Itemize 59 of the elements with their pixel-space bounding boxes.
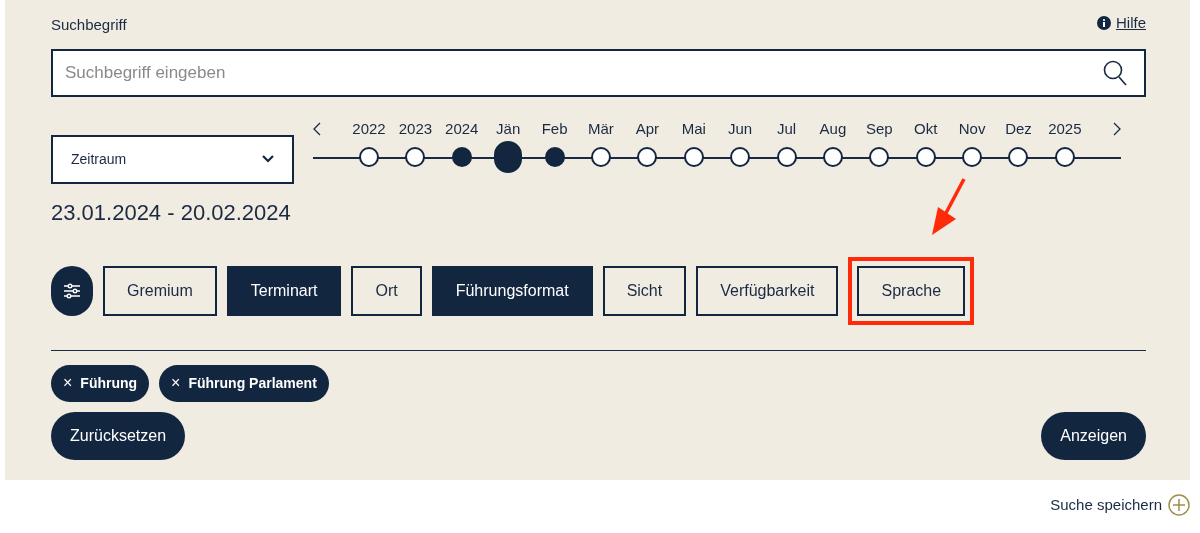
timeline-label: Jun (728, 118, 753, 139)
timeline-point[interactable] (451, 146, 472, 167)
timeline-label: Dez (1005, 118, 1032, 139)
timeline-label: Jän (496, 118, 521, 139)
timeline-point[interactable] (962, 146, 983, 167)
filter-chip[interactable]: × Führung (51, 364, 150, 402)
date-range: 23.01.2024 - 20.02.2024 (51, 198, 291, 227)
filter-settings-button[interactable] (51, 265, 93, 316)
search-field[interactable]: Suchbegriff eingeben (51, 48, 1146, 97)
filter-button[interactable]: Führungsformat (431, 265, 593, 316)
timeline-label: Nov (958, 118, 986, 139)
timeline-label: 2025 (1048, 118, 1082, 139)
timeline-point[interactable] (1008, 146, 1029, 167)
filter-chip[interactable]: × Führung Parlament (159, 364, 329, 402)
filter-button[interactable]: Verfügbarkeit (696, 265, 839, 316)
period-select[interactable]: Zeitraum (51, 134, 294, 184)
timeline-point[interactable] (869, 146, 890, 167)
submit-button[interactable]: Anzeigen (1041, 411, 1146, 460)
timeline-label: Okt (914, 118, 938, 139)
filter-button[interactable]: Terminart (226, 265, 342, 316)
timeline-point[interactable] (544, 146, 565, 167)
timeline-point[interactable] (776, 146, 797, 167)
filter-button[interactable]: Ort (351, 265, 422, 316)
timeline-point[interactable] (494, 140, 523, 173)
search-label: Suchbegriff (51, 15, 127, 35)
filter-button[interactable]: Sicht (602, 265, 687, 316)
search-icon[interactable] (1103, 59, 1127, 86)
help-link[interactable]: Hilfe (1097, 12, 1146, 35)
filter-button[interactable]: Gremium (103, 265, 217, 316)
sliders-icon (63, 282, 81, 299)
timeline-label: 2024 (445, 118, 479, 139)
plus-circle-icon (1168, 494, 1190, 517)
save-search-button[interactable]: Suche speichern (1050, 494, 1190, 517)
remove-icon: × (63, 371, 73, 395)
timeline-label: Jul (776, 118, 797, 139)
timeline-point[interactable] (730, 146, 751, 167)
timeline-point[interactable] (359, 146, 379, 167)
timeline-point[interactable] (637, 146, 658, 167)
reset-button[interactable]: Zurücksetzen (51, 411, 186, 460)
info-icon (1097, 16, 1111, 31)
timeline-label: 2023 (398, 118, 433, 139)
timeline-label: 2022 (352, 118, 386, 139)
filter-button[interactable]: Sprache (857, 265, 966, 316)
chevron-right-icon (1113, 121, 1121, 136)
timeline-label: Feb (541, 118, 568, 139)
timeline-label: Aug (819, 118, 847, 139)
timeline-label: Mai (681, 118, 706, 139)
timeline-point[interactable] (822, 146, 843, 167)
timeline-point[interactable] (405, 146, 426, 167)
timeline-point[interactable] (915, 146, 936, 167)
timeline-point[interactable] (590, 146, 611, 167)
timeline-label: Apr (635, 118, 659, 139)
timeline-label: Mär (588, 118, 614, 139)
timeline-point[interactable] (683, 146, 704, 167)
chevron-left-icon (313, 121, 321, 136)
timeline-point[interactable] (1054, 146, 1075, 167)
chevron-down-icon (262, 155, 274, 163)
timeline-label: Sep (865, 118, 893, 139)
remove-icon: × (171, 371, 181, 395)
